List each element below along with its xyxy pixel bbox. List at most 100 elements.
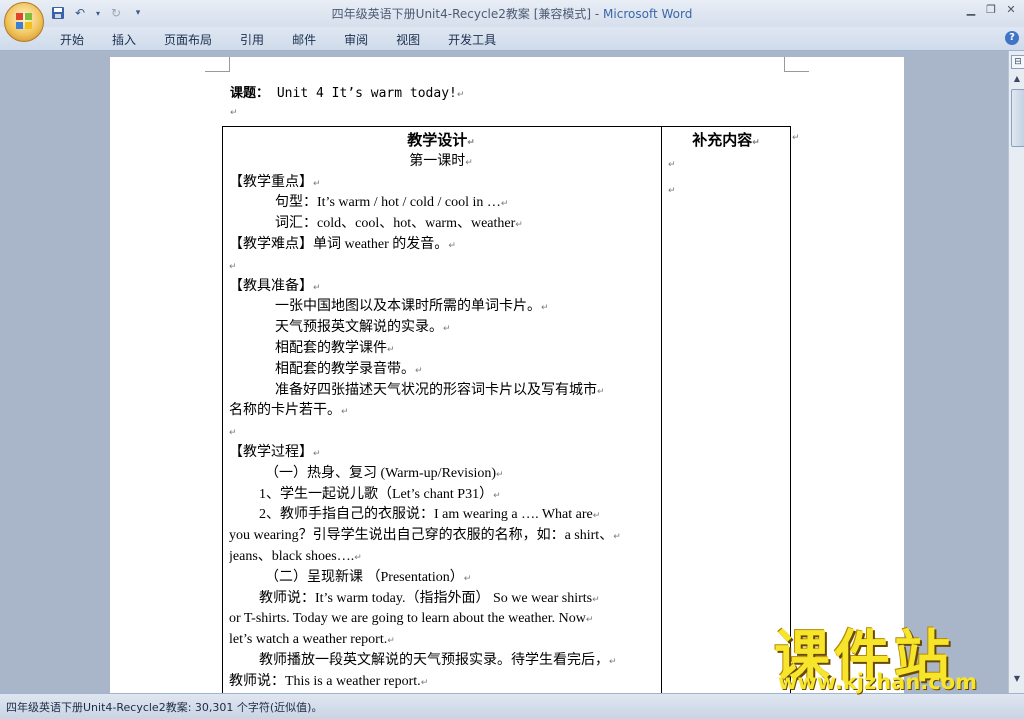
scroll-up-icon[interactable]: ▲ xyxy=(1011,73,1023,85)
paragraph-mark-icon: ↵ xyxy=(515,220,523,231)
paragraph-mark-icon: ↵ xyxy=(456,90,465,100)
paragraph-mark-icon: ↵ xyxy=(585,615,594,626)
paragraph-line: let’s watch a weather report.↵ xyxy=(229,630,653,651)
paragraph-mark-icon: ↵ xyxy=(313,178,321,189)
paragraph-mark-icon: ↵ xyxy=(592,594,600,605)
tab-developer[interactable]: 开发工具 xyxy=(436,30,508,49)
tab-home[interactable]: 开始 xyxy=(48,30,96,49)
paragraph-line: 名称的卡片若干。↵ xyxy=(229,401,653,422)
tab-references[interactable]: 引用 xyxy=(228,30,276,49)
paragraph-text: 教师说：This is a weather report. xyxy=(229,673,421,689)
paragraph-line: you wearing？引导学生说出自己穿的衣服的名称，如：a shirt、↵ xyxy=(229,526,653,547)
tab-page-layout[interactable]: 页面布局 xyxy=(152,30,224,49)
paragraph-mark-icon: ↵ xyxy=(443,324,451,335)
crop-mark-top-right xyxy=(784,57,809,72)
paragraph-line: 教学设计↵ xyxy=(229,131,653,152)
paragraph-mark-icon: ↵ xyxy=(597,386,605,397)
paragraph-mark-icon: ↵ xyxy=(668,185,676,196)
status-text: 四年级英语下册Unit4-Recycle2教案: 30,301 个字符(近似值)… xyxy=(6,701,323,714)
paragraph-text: 教师播放一段英文解说的天气预报实录。待学生看完后， xyxy=(259,652,609,668)
paragraph-mark-icon: ↵ xyxy=(668,159,676,170)
teaching-design-cell[interactable]: 教学设计↵ 第一课时↵ 【教学重点】↵ 句型：It’s warm / hot / co… xyxy=(229,131,653,693)
paragraph-line: 准备好四张描述天气状况的形容词卡片以及写有城市↵ xyxy=(229,381,653,402)
crop-mark-top-left xyxy=(205,57,230,72)
watermark-url: www.kjzhan.com xyxy=(778,670,978,694)
document-page[interactable]: 课题： Unit 4 It’s warm today!↵ ↵ 教学设计↵ 第一课时… xyxy=(110,57,904,693)
supplement-cell[interactable]: 补充内容↵ ↵ ↵ xyxy=(662,131,790,204)
tab-review[interactable]: 审阅 xyxy=(332,30,380,49)
paragraph-mark-icon: ↵ xyxy=(500,199,509,210)
paragraph-text: 【教学过程】 xyxy=(229,444,313,460)
document-workspace: 课题： Unit 4 It’s warm today!↵ ↵ 教学设计↵ 第一课时… xyxy=(0,51,1008,693)
minimize-icon[interactable]: ▁ xyxy=(962,2,980,18)
restore-icon[interactable]: ❐ xyxy=(982,2,1000,18)
paragraph-mark-icon: ↵ xyxy=(230,108,238,118)
paragraph-line: 【教学难点】单词 weather 的发音。↵ xyxy=(229,235,653,256)
paragraph-text: 【教具准备】 xyxy=(229,278,313,294)
office-logo-icon xyxy=(16,13,32,29)
paragraph-mark-icon: ↵ xyxy=(415,365,423,376)
lesson-heading: 课题： Unit 4 It’s warm today!↵ xyxy=(230,82,464,101)
office-button[interactable] xyxy=(4,2,44,42)
paragraph-text: 准备好四张描述天气状况的形容词卡片以及写有城市 xyxy=(275,382,597,398)
paragraph-text: 【教学难点】单词 weather 的发音。 xyxy=(229,236,449,252)
paragraph-line: 天气预报英文解说的实录。↵ xyxy=(229,318,653,339)
paragraph-text: 【教学重点】 xyxy=(229,174,313,190)
status-bar: 四年级英语下册Unit4-Recycle2教案: 30,301 个字符(近似值)… xyxy=(0,693,1024,719)
paragraph-text: 天气预报英文解说的实录。 xyxy=(275,320,443,336)
paragraph-text: jeans、black shoes…. xyxy=(229,548,355,564)
paragraph-mark-icon: ↵ xyxy=(792,133,800,143)
tab-mailings[interactable]: 邮件 xyxy=(280,30,328,49)
vertical-scrollbar[interactable]: ⊟ ▲ ▼ xyxy=(1008,51,1024,693)
paragraph-mark-icon: ↵ xyxy=(354,552,362,563)
paragraph-line: （二）呈现新课 （Presentation）↵ xyxy=(229,568,653,589)
paragraph-text: 名称的卡片若干。 xyxy=(229,403,341,419)
help-icon[interactable]: ? xyxy=(1005,31,1019,45)
lesson-table: 教学设计↵ 第一课时↵ 【教学重点】↵ 句型：It’s warm / hot / co… xyxy=(222,126,791,693)
paragraph-line: or T-shirts. Today we are going to learn… xyxy=(229,609,653,630)
paragraph-mark-icon: ↵ xyxy=(420,677,429,688)
paragraph-line: 1、学生一起说儿歌（Let’s chant P31）↵ xyxy=(229,485,653,506)
window-title: 四年级英语下册Unit4-Recycle2教案 [兼容模式] - Microso… xyxy=(0,5,1024,22)
paragraph-text: 一张中国地图以及本课时所需的单词卡片。 xyxy=(275,299,541,315)
paragraph-line: 【教学过程】↵ xyxy=(229,443,653,464)
tab-view[interactable]: 视图 xyxy=(384,30,432,49)
paragraph-mark-icon: ↵ xyxy=(229,261,237,272)
paragraph-line: 相配套的教学录音带。↵ xyxy=(229,360,653,381)
title-bar: ↶ ▾ ↻ ▾ 四年级英语下册Unit4-Recycle2教案 [兼容模式] -… xyxy=(0,0,1024,27)
paragraph-line: 第一课时↵ xyxy=(229,152,653,173)
paragraph-line: 教师播放一段英文解说的天气预报实录。待学生看完后，↵ xyxy=(229,651,653,672)
tab-insert[interactable]: 插入 xyxy=(100,30,148,49)
paragraph-mark-icon: ↵ xyxy=(592,511,601,522)
paragraph-line: 一张中国地图以及本课时所需的单词卡片。↵ xyxy=(229,297,653,318)
paragraph-mark-icon: ↵ xyxy=(609,656,617,667)
close-icon[interactable]: ✕ xyxy=(1002,2,1020,18)
paragraph-text: （二）呈现新课 （Presentation） xyxy=(265,569,464,585)
scroll-thumb[interactable] xyxy=(1011,89,1024,147)
paragraph-text: 2、教师手指自己的衣服说：I am wearing a …. What are xyxy=(259,507,593,523)
paragraph-mark-icon: ↵ xyxy=(541,303,549,314)
paragraph-line: 2、教师手指自己的衣服说：I am wearing a …. What are↵ xyxy=(229,505,653,526)
view-ruler-icon[interactable]: ⊟ xyxy=(1011,55,1024,69)
paragraph-line: ↵ xyxy=(229,422,653,443)
paragraph-mark-icon: ↵ xyxy=(463,573,472,584)
paragraph-mark-icon: ↵ xyxy=(493,490,501,501)
paragraph-line: 【教学重点】↵ xyxy=(229,173,653,194)
paragraph-text: 教师说：It’s warm today.（指指外面） So we wear sh… xyxy=(259,590,593,606)
paragraph-text: （一）热身、复习 (Warm-up/Revision) xyxy=(265,465,497,481)
paragraph-line: 教师说：It’s warm today.（指指外面） So we wear sh… xyxy=(229,589,653,610)
paragraph-text: 1、学生一起说儿歌（Let’s chant P31） xyxy=(259,486,494,502)
paragraph-text: let’s watch a weather report. xyxy=(229,632,388,648)
paragraph-text: 词汇：cold、cool、hot、warm、weather xyxy=(275,216,516,232)
paragraph-mark-icon: ↵ xyxy=(341,407,349,418)
paragraph-mark-icon: ↵ xyxy=(467,138,475,148)
paragraph-line: jeans、black shoes….↵ xyxy=(229,547,653,568)
heading-text: Unit 4 It’s warm today! xyxy=(269,86,457,101)
paragraph-mark-icon: ↵ xyxy=(465,157,473,168)
site-watermark: 课件站 www.kjzhan.com xyxy=(774,612,1016,696)
paragraph-line: 相配套的教学课件↵ xyxy=(229,339,653,360)
paragraph-line: 句型：It’s warm / hot / cold / cool in …↵ xyxy=(229,193,653,214)
paragraph-line: 教师说：This is a weather report.↵ xyxy=(229,672,653,693)
paragraph-text: or T-shirts. Today we are going to learn… xyxy=(229,611,586,627)
supplement-header: 补充内容↵ xyxy=(692,133,760,149)
